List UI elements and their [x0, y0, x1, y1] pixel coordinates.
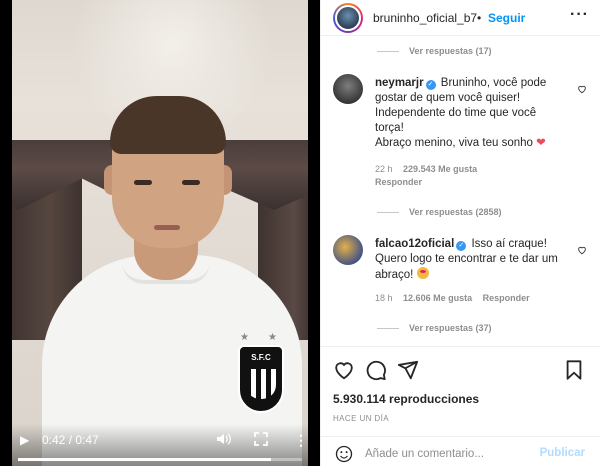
view-replies-button[interactable]: Ver respuestas (37) — [377, 323, 492, 333]
verified-icon: ✓ — [425, 80, 436, 90]
comment-input[interactable] — [365, 445, 535, 463]
video-time: 0:42 / 0:47 — [42, 433, 99, 447]
badge-text: S.F.C — [251, 353, 271, 362]
comment-item: neymarjr ✓ Bruninho, você pode gostar de … — [333, 74, 591, 224]
commenter-avatar[interactable] — [333, 74, 363, 104]
comment-icon[interactable] — [365, 359, 387, 381]
comment-reply: Responder — [375, 177, 430, 187]
video-controls: ▶ 0:42 / 0:47 ⋮ — [12, 424, 308, 466]
commenter-avatar[interactable] — [333, 235, 363, 265]
comment-likes[interactable]: 229.543 Me gusta — [403, 164, 477, 174]
commenter-username[interactable]: neymarjr — [375, 77, 424, 89]
video-progress-bar[interactable] — [18, 458, 302, 461]
bookmark-icon[interactable] — [563, 359, 585, 381]
comment-time: 18 h — [375, 293, 393, 303]
santos-badge: S.F.C — [238, 345, 284, 413]
comment-likes[interactable]: 12.606 Me gusta — [403, 293, 472, 303]
add-comment-bar: Publicar — [321, 436, 600, 466]
video-player[interactable]: ★ ★ S.F.C — [12, 0, 308, 466]
heart-icon[interactable] — [333, 359, 355, 381]
volume-icon[interactable] — [216, 432, 232, 450]
shirt-collar — [122, 262, 210, 284]
view-replies-button[interactable]: Ver respuestas (17) — [377, 46, 492, 56]
star-icon: ★ — [268, 332, 277, 343]
comment-meta: 18 h 12.606 Me gusta Responder — [375, 293, 538, 303]
emoji-icon[interactable] — [335, 445, 353, 463]
red-heart-emoji: ❤ — [536, 137, 546, 149]
follow-button[interactable]: Seguir — [488, 11, 525, 25]
post-sidebar: bruninho_oficial_b7 • Seguir ··· Ver res… — [320, 0, 600, 466]
share-icon[interactable] — [397, 359, 419, 381]
view-replies-button[interactable]: Ver respuestas (2858) — [377, 207, 502, 217]
boy-eye — [182, 180, 200, 185]
post-timestamp: HACE UN DÍA — [333, 414, 389, 423]
commenter-username[interactable]: falcao12oficial — [375, 238, 454, 250]
replies-line — [377, 212, 399, 214]
badge-stripes — [246, 369, 276, 399]
star-icon: ★ — [240, 332, 249, 343]
comment-item: falcao12oficial ✓ Isso aí craque! Quero l… — [333, 235, 591, 335]
replies-line — [377, 328, 399, 330]
reply-button[interactable]: Responder — [375, 177, 422, 187]
reply-button[interactable]: Responder — [483, 293, 530, 303]
boy-eye — [134, 180, 152, 185]
play-icon[interactable]: ▶ — [20, 432, 29, 448]
post-header: bruninho_oficial_b7 • Seguir ··· — [321, 0, 600, 36]
video-progress-fill — [18, 458, 271, 461]
replies-line — [377, 51, 399, 53]
comment-text: falcao12oficial ✓ Isso aí craque! Quero l… — [375, 238, 558, 281]
verified-icon: ✓ — [456, 241, 467, 251]
view-count[interactable]: 5.930.114 reproducciones — [333, 392, 479, 406]
video-pane: ★ ★ S.F.C ▶ 0:42 / 0:47 ⋮ — [0, 0, 320, 466]
comment-meta: 22 h 229.543 Me gusta — [375, 164, 485, 174]
comment-like-icon[interactable] — [577, 84, 587, 94]
comments-list: Ver respuestas (17) neymarjr ✓ Bruninho, … — [321, 37, 600, 345]
heart-eyes-emoji — [416, 267, 429, 279]
more-options-icon[interactable]: ··· — [570, 6, 589, 24]
comment-text: neymarjr ✓ Bruninho, você pode gostar de … — [375, 77, 547, 149]
more-vertical-icon[interactable]: ⋮ — [294, 432, 308, 448]
fullscreen-icon[interactable] — [254, 432, 268, 450]
separator-dot: • — [477, 11, 482, 25]
comment-time: 22 h — [375, 164, 393, 174]
author-avatar[interactable] — [333, 3, 363, 33]
post-actions — [321, 346, 600, 390]
comment-like-icon[interactable] — [577, 245, 587, 255]
boy-mouth — [154, 225, 180, 230]
post-comment-button[interactable]: Publicar — [540, 447, 585, 459]
author-username[interactable]: bruninho_oficial_b7 — [373, 11, 477, 25]
